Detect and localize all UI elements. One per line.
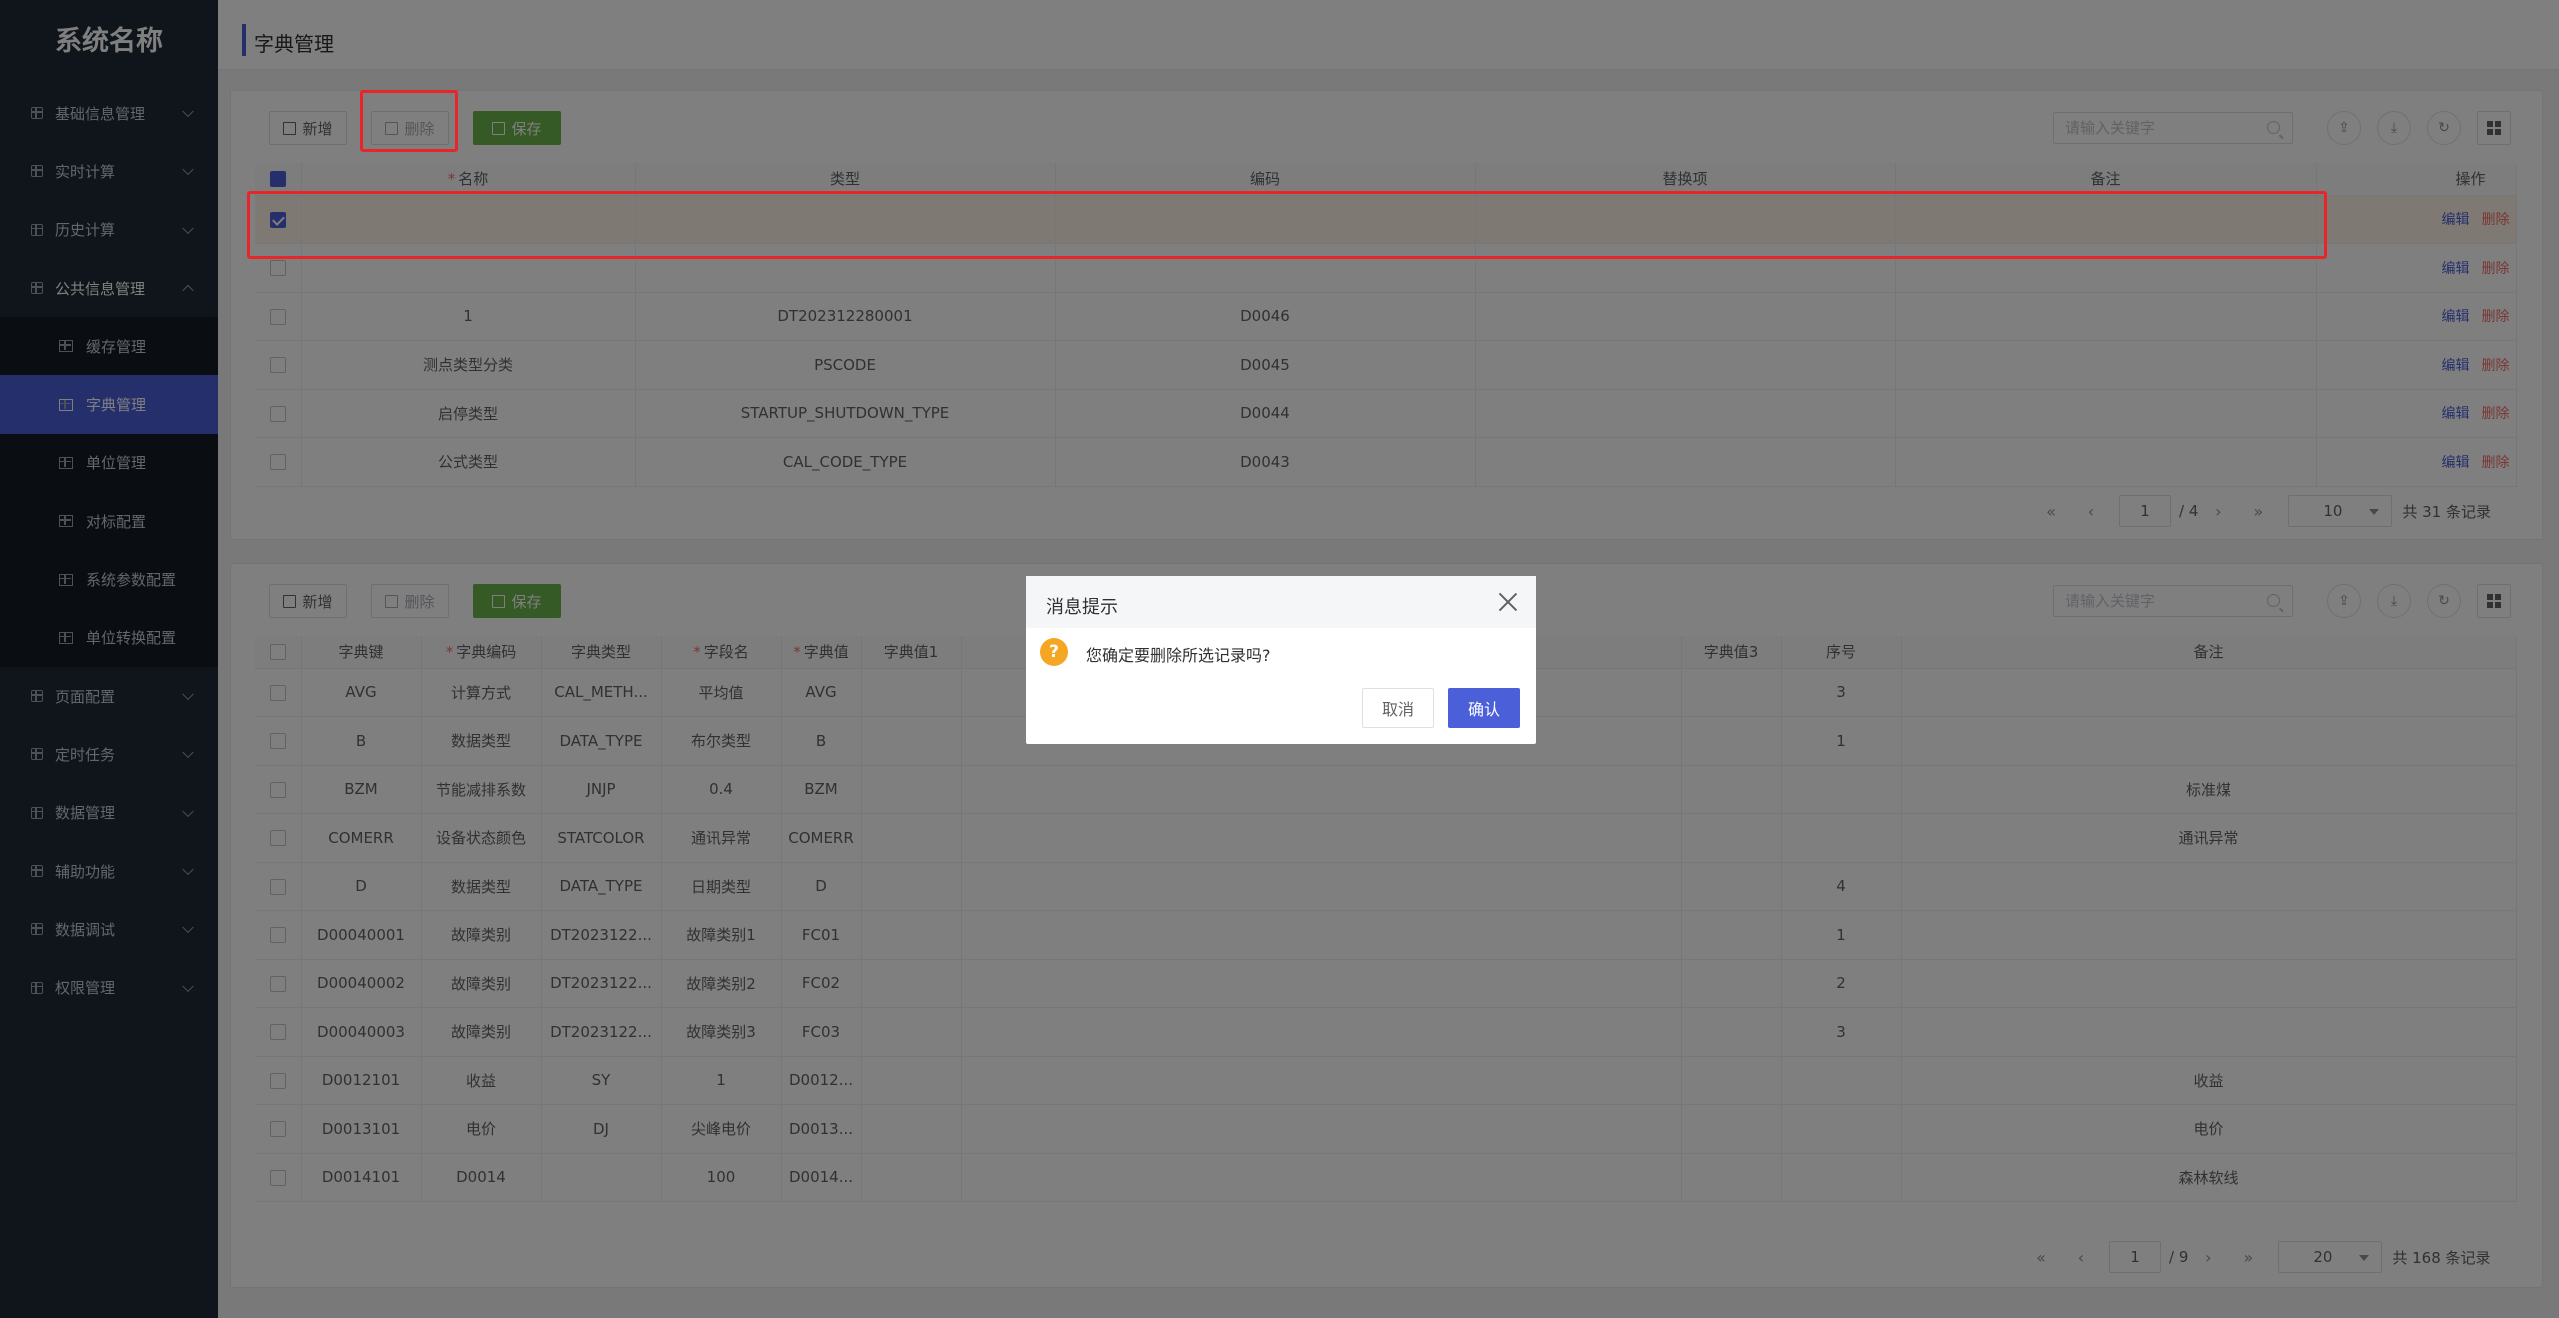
cancel-button[interactable]: 取消 xyxy=(1362,688,1434,728)
confirm-dialog: 消息提示 ? 您确定要删除所选记录吗? 取消 确认 xyxy=(1026,576,1536,744)
confirm-button[interactable]: 确认 xyxy=(1448,688,1520,728)
close-icon[interactable] xyxy=(1498,592,1518,612)
dialog-message: 您确定要删除所选记录吗? xyxy=(1086,646,1271,665)
question-icon: ? xyxy=(1040,638,1068,666)
dialog-header: 消息提示 xyxy=(1026,576,1536,628)
highlight-selected-row xyxy=(247,191,2327,259)
dialog-title: 消息提示 xyxy=(1046,597,1118,618)
highlight-delete-button xyxy=(360,90,458,152)
